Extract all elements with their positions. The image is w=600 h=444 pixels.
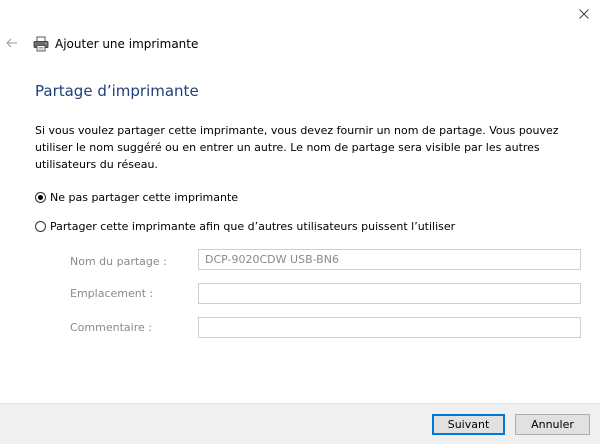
comment-label: Commentaire : [70, 321, 152, 334]
radio-no-share-label: Ne pas partager cette imprimante [50, 191, 239, 204]
location-label: Emplacement : [70, 287, 154, 300]
back-button[interactable] [2, 33, 22, 53]
back-arrow-icon [6, 38, 17, 48]
wizard-footer: Suivant Annuler [0, 403, 600, 444]
comment-input[interactable] [198, 317, 581, 338]
close-button[interactable] [574, 4, 594, 24]
add-printer-wizard: Ajouter une imprimante Partage d’imprima… [0, 0, 600, 444]
close-icon [579, 9, 589, 19]
next-button[interactable]: Suivant [432, 414, 505, 435]
page-title: Partage d’imprimante [35, 82, 199, 100]
wizard-title: Ajouter une imprimante [55, 37, 199, 51]
location-input[interactable] [198, 283, 581, 304]
radio-button-unchecked[interactable] [35, 221, 46, 232]
share-name-label: Nom du partage : [70, 255, 167, 268]
radio-button-checked[interactable] [35, 192, 46, 203]
radio-share-label: Partager cette imprimante afin que d’aut… [50, 220, 456, 233]
cancel-button[interactable]: Annuler [515, 414, 590, 435]
radio-no-share[interactable]: Ne pas partager cette imprimante [35, 191, 238, 204]
wizard-header: Ajouter une imprimante [33, 34, 198, 54]
description-text: Si vous voulez partager cette imprimante… [35, 124, 559, 171]
share-name-input[interactable]: DCP-9020CDW USB-BN6 [198, 249, 581, 270]
printer-icon [33, 36, 49, 52]
radio-share[interactable]: Partager cette imprimante afin que d’aut… [35, 220, 455, 233]
